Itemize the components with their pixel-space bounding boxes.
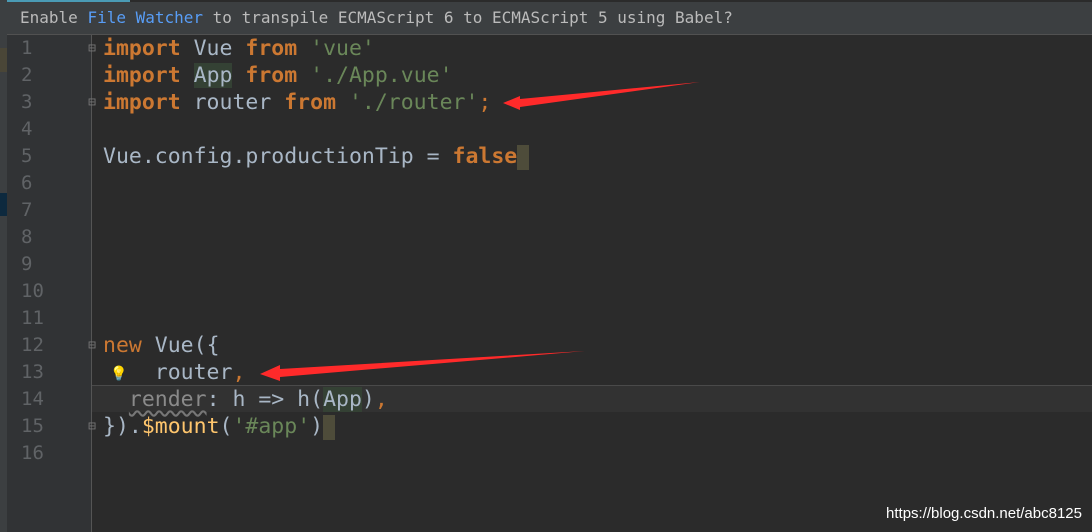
red-arrow-line-3 — [503, 82, 700, 110]
watermark: https://blog.csdn.net/abc8125 — [886, 505, 1082, 522]
annotation-arrows — [260, 82, 700, 381]
red-arrow-line-13 — [260, 351, 585, 381]
